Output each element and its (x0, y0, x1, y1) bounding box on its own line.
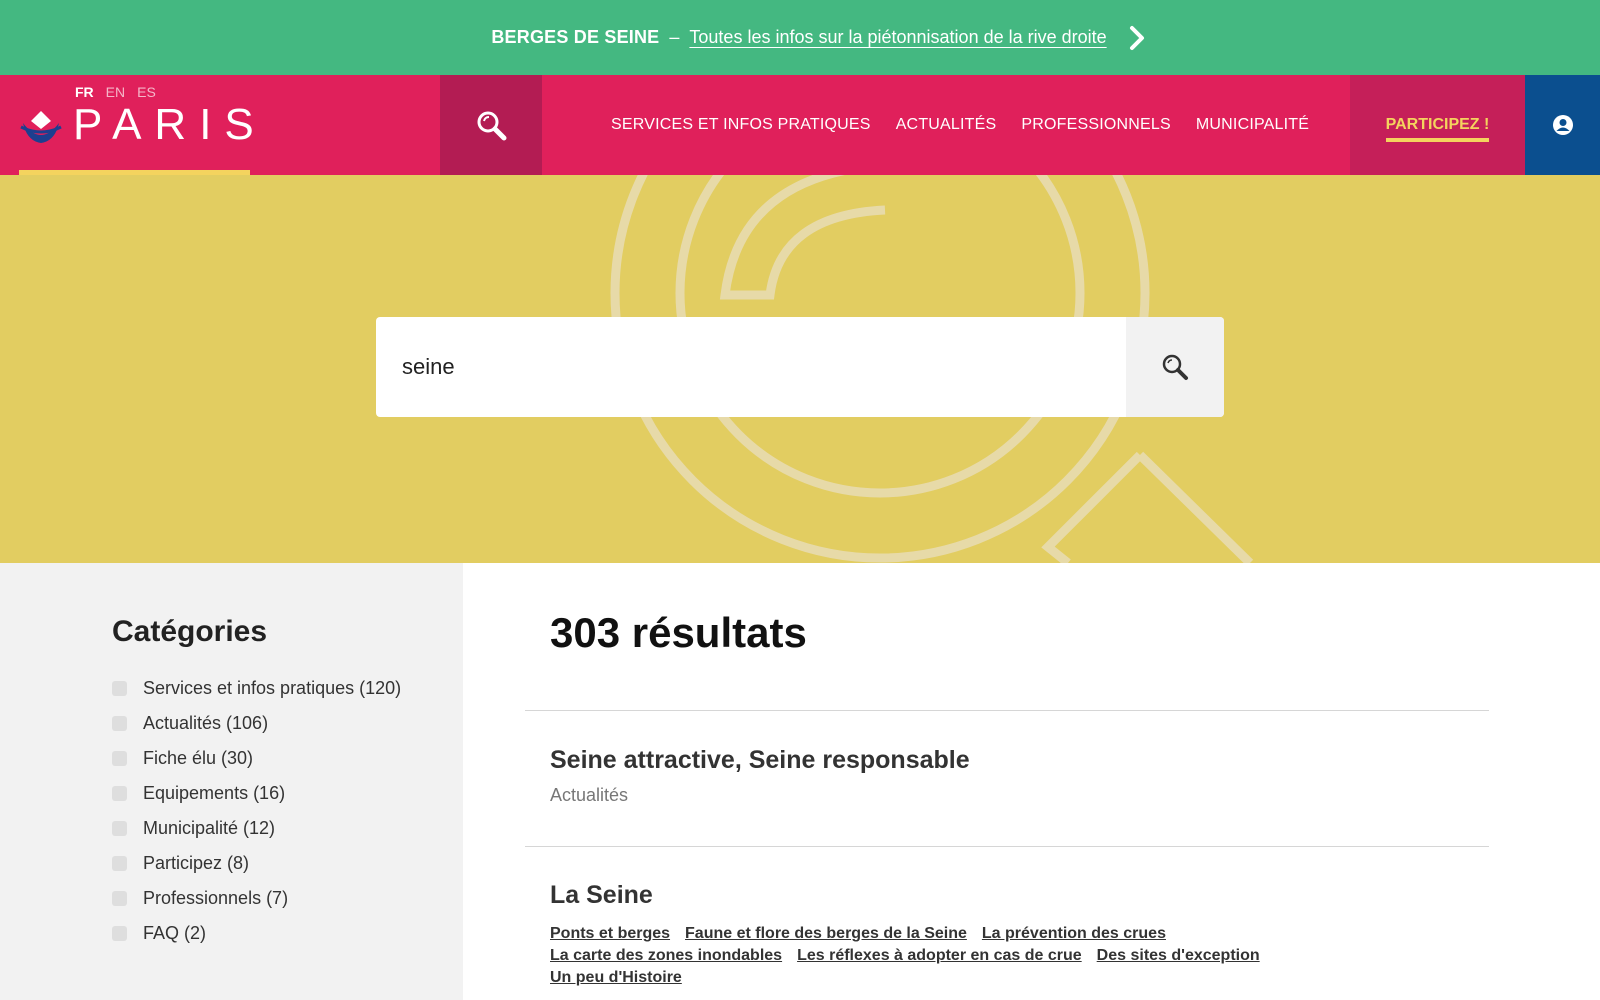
result-sub-link[interactable]: Des sites d'exception (1097, 946, 1260, 966)
category-label: FAQ (2) (143, 923, 207, 943)
user-icon (1552, 115, 1573, 135)
lang-es[interactable]: ES (137, 84, 156, 100)
result-sub-link[interactable]: Ponts et berges (550, 924, 670, 944)
result-sub-link[interactable]: La carte des zones inondables (550, 946, 782, 966)
lang-fr[interactable]: FR (75, 84, 94, 100)
results-count: 303 résultats (550, 609, 807, 656)
category-label: Municipalité (12) (143, 818, 276, 838)
search-icon (1162, 354, 1188, 380)
result-sub-link[interactable]: Faune et flore des berges de la Seine (685, 924, 967, 944)
account-button[interactable] (1525, 75, 1600, 175)
category-checkbox[interactable] (112, 681, 127, 696)
result-sub-links: Ponts et berges Faune et flore des berge… (550, 924, 1350, 988)
site-header: FR EN ES PARIS SERVICES ET INFOS PRATIQU… (0, 75, 1600, 175)
result-title[interactable]: La Seine (550, 881, 653, 910)
logo-text: PARIS (73, 100, 267, 149)
category-list: Services et infos pratiques (120) Actual… (112, 671, 401, 951)
nav-services[interactable]: SERVICES ET INFOS PRATIQUES (611, 116, 871, 134)
result-sub-link[interactable]: Les réflexes à adopter en cas de crue (797, 946, 1082, 966)
result-sub-link[interactable]: Un peu d'Histoire (550, 968, 682, 988)
category-item[interactable]: FAQ (2) (112, 916, 401, 951)
result-title[interactable]: Seine attractive, Seine responsable (550, 746, 970, 775)
search-hero (0, 175, 1600, 563)
search-box (376, 317, 1224, 417)
top-banner: BERGES DE SEINE – Toutes les infos sur l… (0, 0, 1600, 75)
category-checkbox[interactable] (112, 786, 127, 801)
divider (525, 846, 1489, 847)
banner-title: BERGES DE SEINE (491, 27, 660, 47)
category-label: Equipements (16) (143, 783, 286, 803)
banner-link[interactable]: Toutes les infos sur la piétonnisation d… (689, 27, 1106, 48)
paris-logo[interactable]: PARIS (19, 103, 267, 147)
nav-actualites[interactable]: ACTUALITÉS (896, 116, 997, 134)
category-item[interactable]: Participez (8) (112, 846, 401, 881)
participez-button[interactable]: PARTICIPEZ ! (1350, 75, 1525, 175)
language-switcher: FR EN ES (75, 84, 156, 100)
category-label: Services et infos pratiques (120) (143, 678, 402, 698)
chevron-right-icon[interactable] (1127, 25, 1149, 51)
category-item[interactable]: Fiche élu (30) (112, 741, 401, 776)
main-nav: SERVICES ET INFOS PRATIQUES ACTUALITÉS P… (611, 75, 1309, 175)
category-checkbox[interactable] (112, 926, 127, 941)
result-category: Actualités (550, 785, 629, 805)
search-icon (477, 111, 507, 141)
lang-en[interactable]: EN (106, 84, 125, 100)
participez-label: PARTICIPEZ ! (1385, 116, 1490, 142)
category-label: Professionnels (7) (143, 888, 289, 908)
result-sub-link[interactable]: La prévention des crues (982, 924, 1166, 944)
divider (525, 710, 1489, 711)
category-checkbox[interactable] (112, 856, 127, 871)
category-label: Actualités (106) (143, 713, 269, 733)
banner-separator: – (669, 27, 680, 47)
category-checkbox[interactable] (112, 891, 127, 906)
search-submit-button[interactable] (1126, 317, 1224, 417)
results-main: 303 résultats Seine attractive, Seine re… (463, 563, 1600, 1000)
category-checkbox[interactable] (112, 751, 127, 766)
categories-title: Catégories (112, 615, 268, 648)
paris-emblem-icon (20, 111, 62, 143)
banner-content: BERGES DE SEINE – Toutes les infos sur l… (491, 25, 1148, 51)
category-item[interactable]: Municipalité (12) (112, 811, 401, 846)
category-item[interactable]: Actualités (106) (112, 706, 401, 741)
header-search-button[interactable] (440, 75, 542, 175)
categories-sidebar: Catégories Services et infos pratiques (… (0, 563, 463, 1000)
search-input[interactable] (376, 317, 1126, 417)
category-label: Fiche élu (30) (143, 748, 254, 768)
nav-professionnels[interactable]: PROFESSIONNELS (1021, 116, 1171, 134)
category-item[interactable]: Services et infos pratiques (120) (112, 671, 401, 706)
category-label: Participez (8) (143, 853, 250, 873)
nav-municipalite[interactable]: MUNICIPALITÉ (1196, 116, 1309, 134)
category-item[interactable]: Professionnels (7) (112, 881, 401, 916)
category-checkbox[interactable] (112, 716, 127, 731)
category-checkbox[interactable] (112, 821, 127, 836)
category-item[interactable]: Equipements (16) (112, 776, 401, 811)
